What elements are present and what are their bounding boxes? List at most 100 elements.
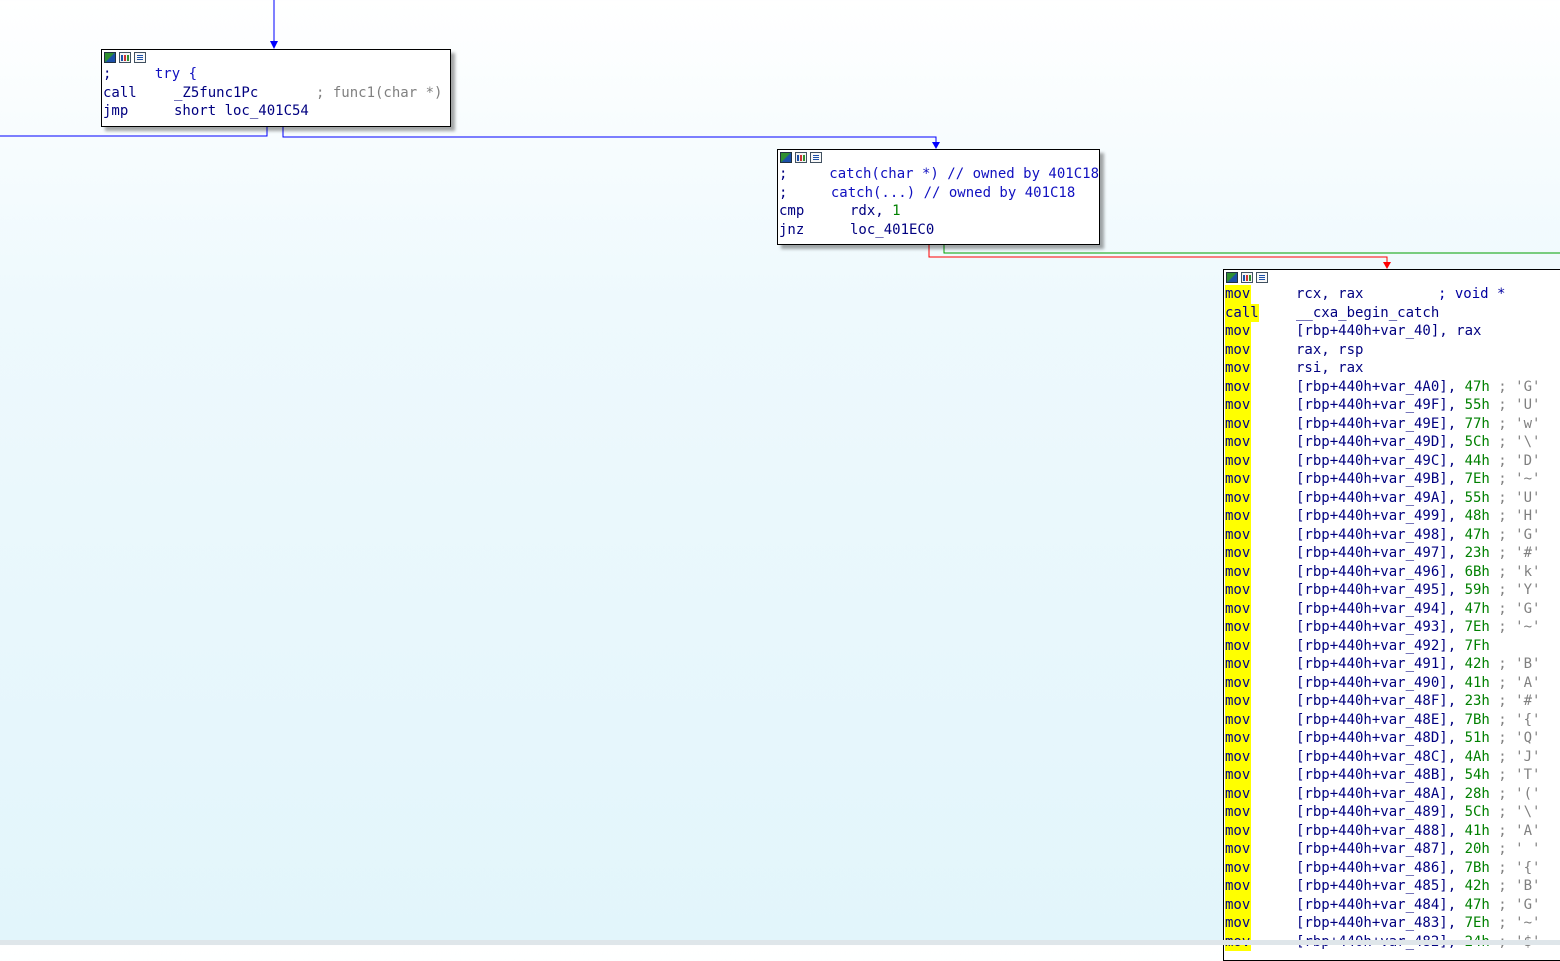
asm-line[interactable]: mov [rbp+440h+var_486], 7Bh ; '{' — [1224, 858, 1560, 878]
operands[interactable]: [rbp+440h+var_499], — [1296, 507, 1465, 526]
asm-line[interactable]: mov [rbp+440h+var_488], 41h ; 'A' — [1224, 821, 1560, 841]
asm-line[interactable]: mov [rbp+440h+var_40], rax — [1224, 322, 1560, 341]
operands[interactable]: [rbp+440h+var_493], — [1296, 618, 1465, 637]
chart-icon[interactable] — [1241, 272, 1253, 283]
text-icon[interactable] — [134, 52, 146, 63]
asm-line[interactable]: mov [rbp+440h+var_485], 42h ; 'B' — [1224, 877, 1560, 896]
asm-line[interactable]: mov rcx, rax; void * — [1224, 285, 1560, 304]
operands[interactable]: [rbp+440h+var_48D], — [1296, 729, 1465, 748]
operands[interactable]: [rbp+440h+var_48E], — [1296, 711, 1465, 730]
asm-line[interactable]: mov [rbp+440h+var_489], 5Ch ; '\' — [1224, 803, 1560, 822]
asm-line[interactable]: mov [rbp+440h+var_487], 20h ; ' ' — [1224, 840, 1560, 859]
mnemonic-gap — [1251, 877, 1297, 896]
asm-line[interactable]: jnz loc_401EC0 — [778, 221, 1099, 240]
operands[interactable]: [rbp+440h+var_49F], — [1296, 396, 1465, 415]
asm-line[interactable]: mov rax, rsp — [1224, 340, 1560, 360]
operands[interactable]: __cxa_begin_catch — [1296, 304, 1439, 323]
operands[interactable]: _Z5func1Pc — [174, 84, 316, 103]
asm-line[interactable]: mov [rbp+440h+var_48B], 54h ; 'T' — [1224, 766, 1560, 785]
asm-line[interactable]: mov [rbp+440h+var_496], 6Bh ; 'k' — [1224, 562, 1560, 582]
asm-line[interactable]: mov [rbp+440h+var_490], 41h ; 'A' — [1224, 673, 1560, 693]
asm-line[interactable]: mov [rbp+440h+var_48F], 23h ; '#' — [1224, 692, 1560, 711]
asm-line[interactable]: mov [rbp+440h+var_492], 7Fh — [1224, 636, 1560, 656]
code-block-catch[interactable]: ; catch(char *) // owned by 401C18 ; cat… — [777, 149, 1100, 245]
comment: ; func1(char *) — [316, 84, 443, 101]
asm-line[interactable]: mov [rbp+440h+var_49A], 55h ; 'U' — [1224, 488, 1560, 508]
operands[interactable]: [rbp+440h+var_484], — [1296, 896, 1465, 915]
chart-icon[interactable] — [119, 52, 131, 63]
asm-line[interactable]: mov [rbp+440h+var_498], 47h ; 'G' — [1224, 525, 1560, 545]
asm-line[interactable]: mov [rbp+440h+var_48E], 7Bh ; '{' — [1224, 710, 1560, 730]
operands[interactable]: [rbp+440h+var_498], — [1296, 526, 1465, 545]
asm-line[interactable]: mov [rbp+440h+var_49D], 5Ch ; '\' — [1224, 433, 1560, 452]
operands[interactable]: rsi, rax — [1296, 359, 1363, 378]
block-header[interactable] — [1224, 270, 1560, 285]
operands[interactable]: [rbp+440h+var_483], — [1296, 914, 1465, 933]
operands[interactable]: [rbp+440h+var_48F], — [1296, 692, 1465, 711]
asm-line[interactable]: mov [rbp+440h+var_483], 7Eh ; '~' — [1224, 914, 1560, 933]
asm-line[interactable]: call _Z5func1Pc; func1(char *) — [102, 84, 450, 103]
asm-line[interactable]: mov [rbp+440h+var_491], 42h ; 'B' — [1224, 655, 1560, 674]
asm-line[interactable]: ; catch(...) // owned by 401C18 — [778, 184, 1099, 203]
asm-line[interactable]: mov [rbp+440h+var_49F], 55h ; 'U' — [1224, 396, 1560, 415]
asm-line[interactable]: mov [rbp+440h+var_493], 7Eh ; '~' — [1224, 618, 1560, 637]
operands[interactable]: [rbp+440h+var_495], — [1296, 581, 1465, 600]
operands[interactable]: [rbp+440h+var_49B], — [1296, 470, 1465, 489]
asm-line[interactable]: mov [rbp+440h+var_49E], 77h ; 'w' — [1224, 414, 1560, 434]
operands[interactable]: [rbp+440h+var_40], rax — [1296, 322, 1481, 341]
asm-line[interactable]: mov [rbp+440h+var_48C], 4Ah ; 'J' — [1224, 747, 1560, 767]
operands[interactable]: [rbp+440h+var_492], — [1296, 637, 1465, 656]
graph-icon[interactable] — [1226, 272, 1238, 283]
graph-icon[interactable] — [780, 152, 792, 163]
asm-line[interactable]: ; try { — [102, 65, 450, 84]
asm-line[interactable]: mov [rbp+440h+var_499], 48h ; 'H' — [1224, 507, 1560, 526]
operands[interactable]: loc_401EC0 — [850, 221, 934, 240]
operands[interactable]: [rbp+440h+var_496], — [1296, 563, 1465, 582]
asm-line[interactable]: mov [rbp+440h+var_48D], 51h ; 'Q' — [1224, 729, 1560, 748]
asm-line[interactable]: jmp short loc_401C54 — [102, 102, 450, 121]
asm-line[interactable]: cmp rdx, 1 — [778, 202, 1099, 221]
chart-icon[interactable] — [795, 152, 807, 163]
operands[interactable]: [rbp+440h+var_489], — [1296, 803, 1465, 822]
asm-line[interactable]: ; catch(char *) // owned by 401C18 — [778, 165, 1099, 184]
text-icon[interactable] — [1256, 272, 1268, 283]
operands[interactable]: [rbp+440h+var_49E], — [1296, 415, 1465, 434]
operands[interactable]: [rbp+440h+var_49C], — [1296, 452, 1465, 471]
asm-line[interactable]: mov [rbp+440h+var_49C], 44h ; 'D' — [1224, 451, 1560, 471]
operands[interactable]: rax, rsp — [1296, 341, 1363, 360]
operands[interactable]: [rbp+440h+var_488], — [1296, 822, 1465, 841]
immediate-value: 6Bh — [1464, 563, 1490, 580]
operands[interactable]: [rbp+440h+var_486], — [1296, 859, 1465, 878]
operands[interactable]: [rbp+440h+var_49D], — [1296, 433, 1465, 452]
asm-line[interactable]: call __cxa_begin_catch — [1224, 303, 1560, 323]
asm-line[interactable]: mov [rbp+440h+var_4A0], 47h ; 'G' — [1224, 377, 1560, 397]
mnemonic: cmp — [779, 203, 805, 219]
asm-line[interactable]: mov rsi, rax — [1224, 359, 1560, 378]
operands[interactable]: [rbp+440h+var_490], — [1296, 674, 1465, 693]
operands[interactable]: short loc_401C54 — [174, 102, 309, 121]
operands[interactable]: [rbp+440h+var_48A], — [1296, 785, 1465, 804]
operands[interactable]: [rbp+440h+var_485], — [1296, 877, 1465, 896]
operands[interactable]: [rbp+440h+var_49A], — [1296, 489, 1465, 508]
horizontal-scrollbar[interactable] — [0, 940, 1560, 945]
operands[interactable]: [rbp+440h+var_491], — [1296, 655, 1465, 674]
operands[interactable]: [rbp+440h+var_497], — [1296, 544, 1465, 563]
asm-line[interactable]: mov [rbp+440h+var_494], 47h ; 'G' — [1224, 599, 1560, 619]
code-block-try[interactable]: ; try { call _Z5func1Pc; func1(char *) jm… — [101, 49, 451, 127]
code-block-handler[interactable]: mov rcx, rax; void * call __cxa_begin_catch… — [1223, 269, 1560, 961]
graph-icon[interactable] — [104, 52, 116, 63]
operands[interactable]: [rbp+440h+var_48C], — [1296, 748, 1465, 767]
text-icon[interactable] — [810, 152, 822, 163]
asm-line[interactable]: mov [rbp+440h+var_49B], 7Eh ; '~' — [1224, 470, 1560, 489]
operands[interactable]: rcx, rax — [1296, 285, 1438, 304]
block-header[interactable] — [778, 150, 1099, 165]
asm-line[interactable]: mov [rbp+440h+var_497], 23h ; '#' — [1224, 544, 1560, 563]
block-header[interactable] — [102, 50, 450, 65]
operands[interactable]: [rbp+440h+var_487], — [1296, 840, 1465, 859]
asm-line[interactable]: mov [rbp+440h+var_484], 47h ; 'G' — [1224, 895, 1560, 915]
asm-line[interactable]: mov [rbp+440h+var_48A], 28h ; '(' — [1224, 784, 1560, 804]
operands[interactable]: [rbp+440h+var_494], — [1296, 600, 1465, 619]
operands[interactable]: [rbp+440h+var_4A0], — [1296, 378, 1465, 397]
asm-line[interactable]: mov [rbp+440h+var_495], 59h ; 'Y' — [1224, 581, 1560, 600]
operands[interactable]: [rbp+440h+var_48B], — [1296, 766, 1465, 785]
